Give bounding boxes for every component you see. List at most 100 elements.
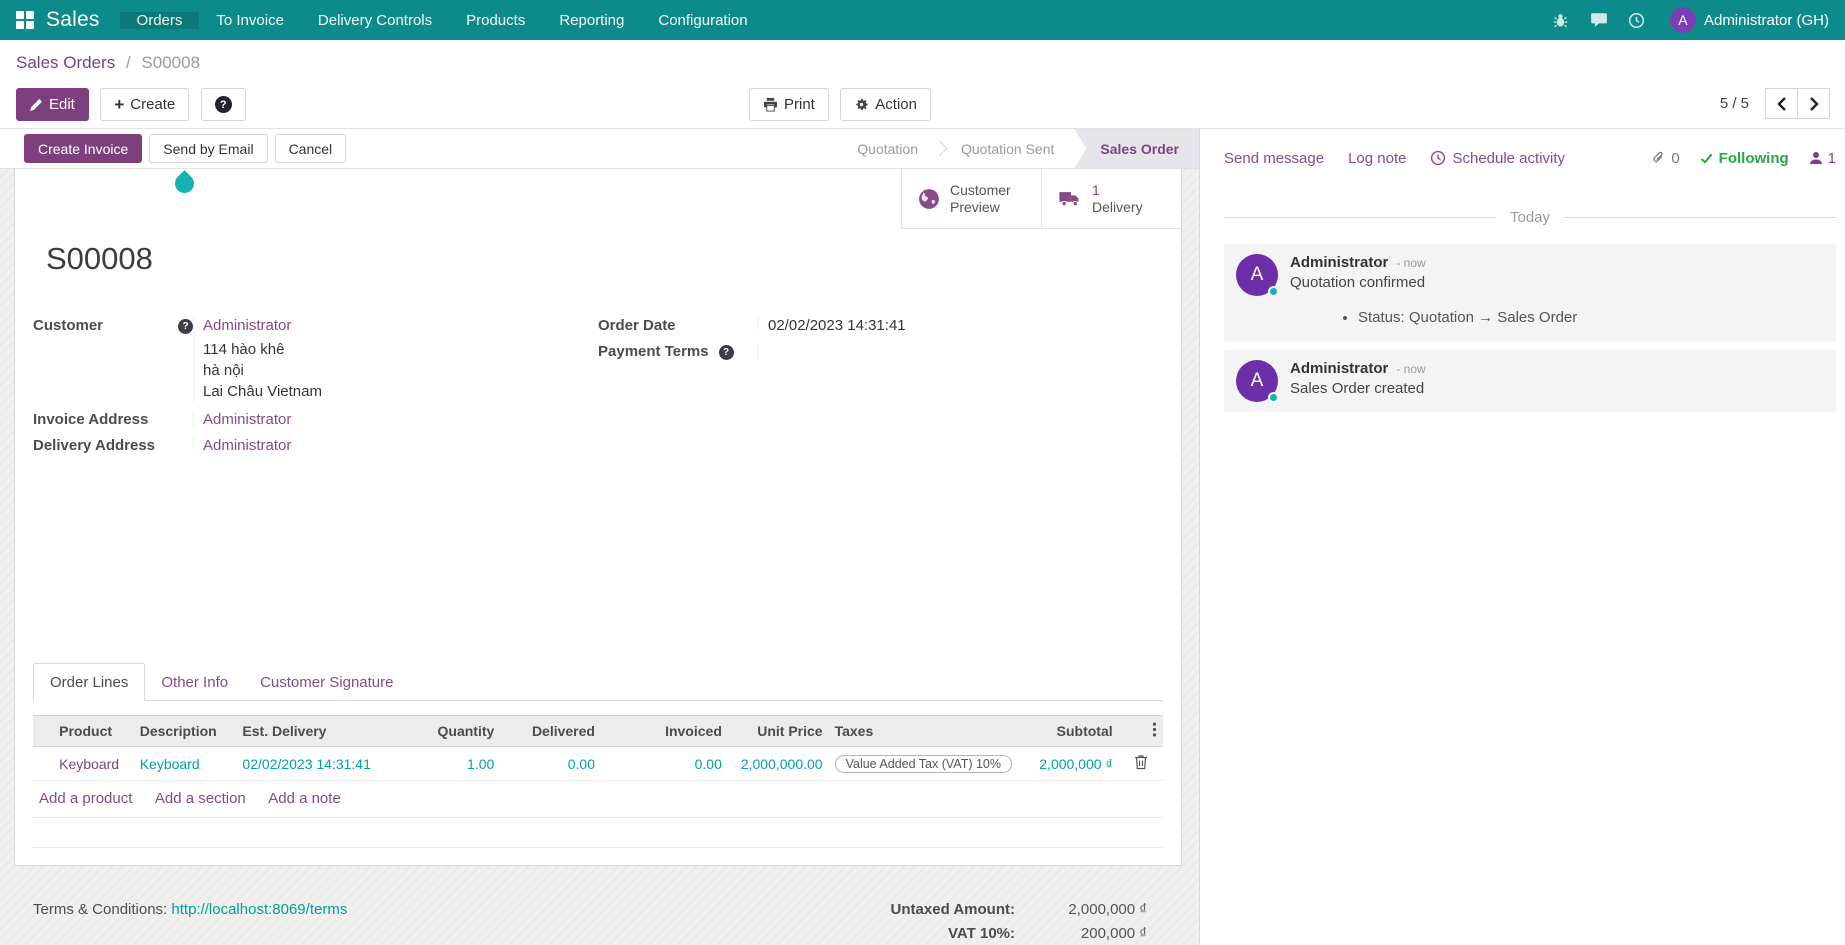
message-author[interactable]: Administrator — [1290, 360, 1388, 377]
add-product-link[interactable]: Add a product — [39, 790, 132, 807]
col-taxes: Taxes — [829, 716, 1012, 747]
nav-item-products[interactable]: Products — [449, 12, 542, 29]
col-subtotal: Subtotal — [1012, 716, 1119, 747]
messages-icon[interactable] — [1580, 12, 1618, 28]
pencil-icon — [30, 98, 43, 111]
delivery-address-link[interactable]: Administrator — [203, 437, 291, 454]
print-button[interactable]: Print — [749, 88, 829, 121]
plus-icon: + — [114, 96, 124, 113]
table-row[interactable]: Keyboard Keyboard 02/02/2023 14:31:41 1.… — [33, 747, 1163, 781]
handle-column-header — [33, 716, 53, 747]
app-name[interactable]: Sales — [46, 8, 100, 32]
center-buttons: Print Action — [749, 88, 931, 121]
payment-terms-help-icon[interactable]: ? — [719, 345, 734, 360]
chevron-right-icon — [1809, 97, 1819, 111]
cell-description[interactable]: Keyboard — [134, 747, 237, 781]
payment-terms-value[interactable] — [758, 343, 1163, 360]
totals: Untaxed Amount: 2,000,000 ₫ VAT 10%: 200… — [891, 901, 1147, 945]
nav-item-to-invoice[interactable]: To Invoice — [199, 12, 301, 29]
pager-count: 5 / 5 — [1720, 95, 1749, 112]
payment-terms-label: Payment Terms — [598, 343, 709, 360]
button-row: Edit + Create ? Print Action 5 / 5 — [16, 88, 1830, 121]
bug-icon[interactable] — [1542, 12, 1580, 29]
create-invoice-button[interactable]: Create Invoice — [24, 134, 142, 163]
apps-grid-icon[interactable] — [16, 11, 34, 29]
send-message-button[interactable]: Send message — [1224, 150, 1324, 167]
nav-item-delivery-controls[interactable]: Delivery Controls — [301, 12, 449, 29]
cell-delivered[interactable]: 0.00 — [500, 747, 601, 781]
tab-order-lines[interactable]: Order Lines — [33, 663, 145, 701]
control-panel: Sales Orders / S00008 Edit + Create ? Pr… — [0, 40, 1845, 128]
address-line: 114 hào khê — [203, 339, 598, 360]
customer-preview-button[interactable]: Customer Preview — [901, 169, 1041, 229]
following-button[interactable]: Following — [1700, 150, 1789, 167]
online-status-dot — [1268, 392, 1279, 403]
activities-clock-icon[interactable] — [1618, 12, 1656, 29]
cell-unit-price[interactable]: 2,000,000.00 — [728, 747, 829, 781]
breadcrumb-sales-orders[interactable]: Sales Orders — [16, 53, 115, 72]
address-line: hà nội — [203, 360, 598, 381]
message-author[interactable]: Administrator — [1290, 254, 1388, 271]
order-date-value: 02/02/2023 14:31:41 — [758, 317, 1163, 334]
attachments-button[interactable]: 0 — [1651, 150, 1679, 167]
truck-icon — [1058, 190, 1082, 207]
invoice-address-link[interactable]: Administrator — [203, 411, 291, 428]
user-menu[interactable]: Administrator (GH) — [1704, 12, 1829, 29]
col-est-delivery: Est. Delivery — [236, 716, 395, 747]
nav-item-orders[interactable]: Orders — [120, 12, 200, 29]
step-quotation-sent[interactable]: Quotation Sent — [947, 129, 1068, 168]
cancel-button[interactable]: Cancel — [275, 134, 347, 163]
breadcrumb-separator: / — [126, 53, 131, 72]
customer-preview-line1: Customer — [950, 182, 1011, 199]
help-button[interactable]: ? — [201, 88, 246, 121]
delete-row-icon[interactable] — [1134, 754, 1148, 770]
col-quantity: Quantity — [396, 716, 501, 747]
cell-est-delivery[interactable]: 02/02/2023 14:31:41 — [236, 747, 395, 781]
nav-item-reporting[interactable]: Reporting — [542, 12, 641, 29]
add-section-link[interactable]: Add a section — [155, 790, 246, 807]
customer-help-icon[interactable]: ? — [178, 319, 193, 334]
edit-button[interactable]: Edit — [16, 88, 89, 121]
send-by-email-button[interactable]: Send by Email — [149, 134, 267, 163]
delivery-count: 1 — [1092, 182, 1143, 199]
onboarding-drop-icon[interactable] — [171, 170, 198, 197]
cell-product[interactable]: Keyboard — [53, 747, 134, 781]
followers-button[interactable]: 1 — [1809, 150, 1836, 167]
notebook-tabs: Order Lines Other Info Customer Signatur… — [33, 663, 1163, 701]
field-groups: Customer ? Administrator 114 hào khê hà … — [33, 317, 1163, 463]
create-button[interactable]: + Create — [100, 88, 189, 121]
attachment-count: 0 — [1671, 150, 1679, 167]
user-avatar[interactable]: A — [1670, 7, 1696, 33]
tax-badge[interactable]: Value Added Tax (VAT) 10% — [835, 755, 1012, 773]
cell-subtotal: 2,000,000 ₫ — [1012, 747, 1119, 781]
step-sales-order[interactable]: Sales Order — [1074, 129, 1199, 168]
col-unit-price: Unit Price — [728, 716, 829, 747]
action-button[interactable]: Action — [840, 88, 931, 121]
work-area: Customer Preview 1 Delivery S00 — [0, 169, 1199, 945]
pager-next-button[interactable] — [1797, 88, 1830, 119]
message-time: - now — [1396, 362, 1425, 376]
form-pane: Create Invoice Send by Email Cancel Quot… — [0, 129, 1200, 945]
tab-customer-signature[interactable]: Customer Signature — [244, 663, 409, 701]
add-note-link[interactable]: Add a note — [268, 790, 341, 807]
step-quotation[interactable]: Quotation — [843, 129, 932, 168]
sales-order-sheet: Customer Preview 1 Delivery S00 — [14, 169, 1182, 866]
log-note-button[interactable]: Log note — [1348, 150, 1406, 167]
cell-invoiced[interactable]: 0.00 — [621, 747, 728, 781]
delivery-button[interactable]: 1 Delivery — [1041, 169, 1181, 229]
order-reference: S00008 — [46, 241, 153, 277]
date-divider: Today — [1224, 209, 1836, 226]
table-header-row: Product Description Est. Delivery Quanti… — [33, 716, 1163, 747]
tab-other-info[interactable]: Other Info — [145, 663, 244, 701]
terms-link[interactable]: http://localhost:8069/terms — [171, 901, 347, 918]
cell-quantity[interactable]: 1.00 — [396, 747, 501, 781]
invoice-address-label: Invoice Address — [33, 411, 193, 428]
drag-handle[interactable] — [33, 747, 53, 781]
nav-item-configuration[interactable]: Configuration — [641, 12, 764, 29]
nav-right: A Administrator (GH) — [1542, 0, 1845, 40]
customer-link[interactable]: Administrator — [203, 317, 291, 334]
pager-previous-button[interactable] — [1765, 88, 1798, 119]
step-separator-icon — [932, 141, 948, 157]
optional-columns-icon[interactable] — [1152, 722, 1157, 737]
schedule-activity-button[interactable]: Schedule activity — [1430, 150, 1565, 167]
